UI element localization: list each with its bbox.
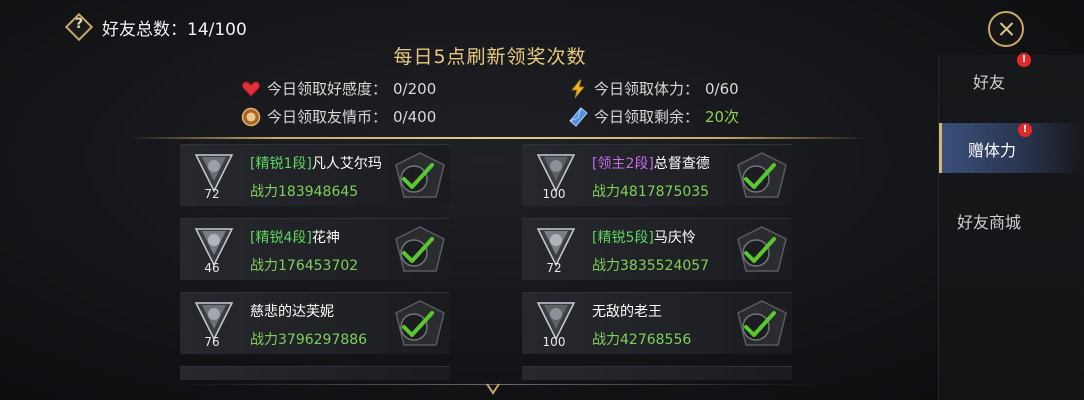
player-power: 战力183948645 — [250, 184, 359, 200]
stat-affection: 今日领取好感度： 0/200 — [241, 78, 436, 99]
friend-total-label: 好友总数： — [102, 19, 187, 40]
stat-value: 0/60 — [705, 79, 739, 98]
tab-friend-shop[interactable]: 好友商城 — [939, 195, 1084, 245]
stat-value: 20次 — [705, 108, 740, 126]
friend-card-partial[interactable] — [180, 366, 450, 380]
gift-check-icon[interactable] — [734, 151, 790, 201]
stat-label: 今日领取好感度： — [267, 80, 388, 98]
friend-card[interactable]: 46 [精锐4段]花神 战力176453702 — [180, 218, 450, 280]
player-power: 战力4817875035 — [592, 184, 710, 200]
player-level: 100 — [542, 335, 566, 349]
player-rank: [精锐4段] — [250, 230, 312, 246]
crystal-icon — [569, 106, 588, 127]
player-level: 72 — [546, 261, 562, 275]
player-name: 无敌的老王 — [592, 301, 662, 321]
player-name: [精锐1段]凡人艾尔玛 — [250, 153, 382, 173]
stat-remaining: 今日领取剩余： 20次 — [568, 106, 739, 127]
tab-label: 好友 — [972, 73, 1005, 92]
friend-total-value: 14/100 — [187, 19, 247, 40]
friend-card[interactable]: 76 慈悲的达芙妮 战力3796297886 — [180, 292, 450, 354]
heart-icon — [242, 80, 260, 97]
player-power: 战力42768556 — [592, 332, 692, 348]
player-power: 战力3796297886 — [250, 332, 368, 348]
friend-card[interactable]: 72 [精锐1段]凡人艾尔玛 战力183948645 — [180, 144, 450, 206]
tab-label: 好友商城 — [956, 213, 1021, 232]
list-bottom-divider — [175, 384, 825, 385]
coin-icon — [241, 107, 261, 126]
gift-check-icon[interactable] — [734, 299, 790, 349]
tab-gift-stamina[interactable]: 赠体力 ! — [939, 123, 1084, 173]
help-glyph: ? — [74, 16, 84, 32]
stat-label: 今日领取友情币： — [267, 108, 388, 126]
stat-stamina: 今日领取体力： 0/60 — [568, 78, 739, 99]
friend-total-bar: ? 好友总数：14/100 — [64, 12, 247, 42]
sidebar: 好友 ! 赠体力 ! 好友商城 — [938, 53, 1084, 400]
friend-card[interactable]: 72 [精锐5段]马庆怜 战力3835524057 — [522, 218, 792, 280]
stat-value: 0/200 — [393, 79, 437, 98]
notification-badge: ! — [1017, 53, 1031, 67]
player-name: [领主2段]总督查德 — [592, 153, 710, 173]
player-level: 76 — [204, 335, 220, 349]
player-rank: [精锐5段] — [592, 230, 654, 246]
player-name-text: 花神 — [311, 230, 340, 246]
help-icon[interactable]: ? — [64, 12, 94, 42]
player-level: 46 — [204, 261, 220, 275]
player-name-text: 慈悲的达芙妮 — [250, 304, 334, 320]
gift-check-icon[interactable] — [392, 225, 448, 275]
close-button[interactable] — [988, 11, 1024, 47]
player-power: 战力3835524057 — [592, 258, 710, 274]
friend-list[interactable]: 72 [精锐1段]凡人艾尔玛 战力183948645 100 [领主2段]总督查… — [180, 144, 820, 380]
friend-card[interactable]: 100 [领主2段]总督查德 战力4817875035 — [522, 144, 792, 206]
stat-value: 0/400 — [393, 107, 437, 126]
stat-label: 今日领取剩余： — [594, 108, 700, 126]
gift-check-icon[interactable] — [392, 299, 448, 349]
tab-friends[interactable]: 好友 ! — [939, 53, 1084, 105]
stat-label: 今日领取体力： — [594, 80, 700, 98]
player-power: 战力176453702 — [250, 258, 359, 274]
stat-friend-coin: 今日领取友情币： 0/400 — [241, 106, 436, 127]
tab-label: 赠体力 — [967, 141, 1016, 160]
notification-badge: ! — [1018, 123, 1032, 137]
scroll-down-arrow-icon[interactable] — [486, 383, 500, 395]
friend-card[interactable]: 100 无敌的老王 战力42768556 — [522, 292, 792, 354]
friend-total-text: 好友总数：14/100 — [102, 15, 247, 40]
daily-refresh-title: 每日5点刷新领奖次数 — [393, 46, 587, 68]
friend-card-partial[interactable] — [522, 366, 792, 380]
player-name: [精锐5段]马庆怜 — [592, 227, 696, 247]
player-name: 慈悲的达芙妮 — [250, 301, 334, 321]
gift-check-icon[interactable] — [734, 225, 790, 275]
gift-check-icon[interactable] — [392, 151, 448, 201]
player-name-text: 凡人艾尔玛 — [311, 156, 382, 172]
player-name-text: 马庆怜 — [653, 230, 696, 246]
player-level: 100 — [542, 187, 566, 201]
player-name: [精锐4段]花神 — [250, 227, 340, 247]
player-rank: [精锐1段] — [250, 156, 312, 172]
lightning-icon — [571, 79, 585, 98]
player-name-text: 总督查德 — [653, 156, 710, 172]
divider — [128, 137, 868, 139]
player-rank: [领主2段] — [592, 156, 654, 172]
player-level: 72 — [204, 187, 220, 201]
player-name-text: 无敌的老王 — [592, 304, 662, 320]
